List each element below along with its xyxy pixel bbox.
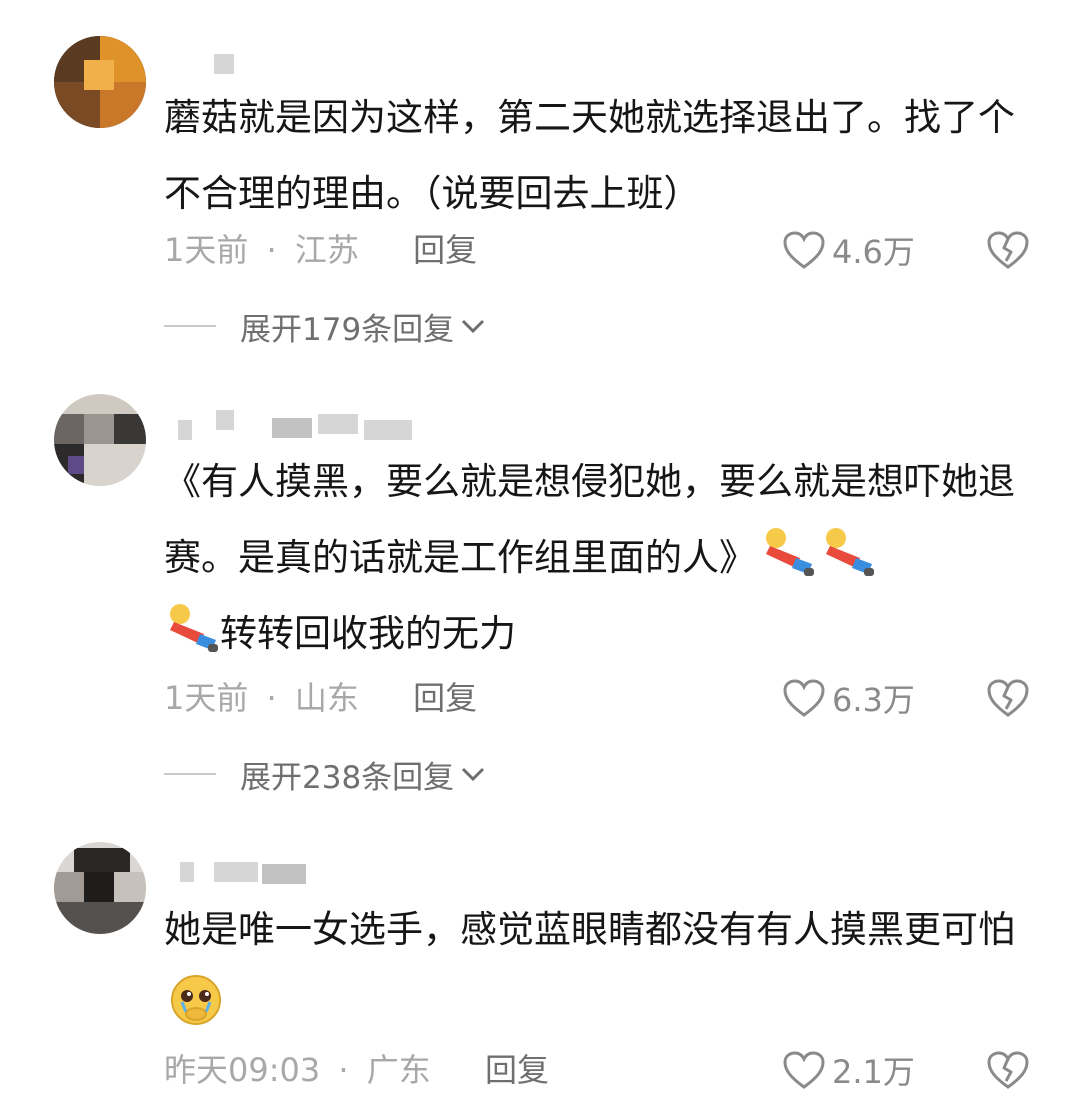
broken-heart-icon xyxy=(987,231,1029,269)
avatar[interactable] xyxy=(54,36,146,128)
like-count: 2.1万 xyxy=(832,1053,915,1091)
heart-outline-icon xyxy=(783,679,825,717)
heart-outline-icon xyxy=(783,1051,825,1089)
expand-label: 展开179条回复 xyxy=(240,311,455,348)
lying-down-figure-emoji xyxy=(766,528,814,576)
pleading-face-covering-mouth-emoji xyxy=(171,975,221,1025)
comment-text: 她是唯一女选手，感觉蓝眼睛都没有有人摸黑更可怕 xyxy=(164,892,1034,1044)
like-button[interactable]: 6.3万 xyxy=(782,676,915,720)
comment-time: 昨天09:03 xyxy=(164,1051,321,1089)
reply-button[interactable]: 回复 xyxy=(485,1051,549,1089)
lying-down-figure-emoji xyxy=(170,604,218,652)
meta-separator: · xyxy=(266,231,277,269)
comment-text-body: 《有人摸黑，要么就是想侵犯她，要么就是想吓她退赛。是真的话就是工作组里面的人》 xyxy=(164,460,1015,579)
meta-separator: · xyxy=(338,1051,349,1089)
dislike-button[interactable] xyxy=(986,1050,1030,1090)
chevron-down-icon xyxy=(462,767,485,782)
avatar[interactable] xyxy=(54,394,146,486)
broken-heart-icon xyxy=(987,679,1029,717)
dislike-button[interactable] xyxy=(986,678,1030,718)
divider xyxy=(164,325,216,327)
reply-button[interactable]: 回复 xyxy=(413,231,477,269)
comment-location: 江苏 xyxy=(294,231,359,269)
comment-text-tail: 转转回收我的无力 xyxy=(220,612,516,655)
divider xyxy=(164,773,216,775)
comment-text-body: 她是唯一女选手，感觉蓝眼睛都没有有人摸黑更可怕 xyxy=(164,908,1015,951)
comment-time: 1天前 xyxy=(164,679,249,717)
expand-replies[interactable]: 展开179条回复 xyxy=(164,306,486,348)
chevron-down-icon xyxy=(462,319,485,334)
expand-replies[interactable]: 展开238条回复 xyxy=(164,754,486,796)
heart-outline-icon xyxy=(783,231,825,269)
meta-separator: · xyxy=(266,679,277,717)
like-count: 4.6万 xyxy=(832,233,915,271)
like-count: 6.3万 xyxy=(832,681,915,719)
dislike-button[interactable] xyxy=(986,230,1030,270)
comment-location: 山东 xyxy=(294,679,359,717)
expand-label: 展开238条回复 xyxy=(240,759,455,796)
avatar[interactable] xyxy=(54,842,146,934)
comment-text: 《有人摸黑，要么就是想侵犯她，要么就是想吓她退赛。是真的话就是工作组里面的人》转… xyxy=(164,444,1034,672)
comment-time: 1天前 xyxy=(164,231,249,269)
comment-text: 蘑菇就是因为这样，第二天她就选择退出了。找了个不合理的理由。（说要回去上班） xyxy=(164,96,1015,215)
comment-meta: 1天前 · 江苏 回复 xyxy=(164,230,477,270)
reply-button[interactable]: 回复 xyxy=(413,679,477,717)
comment-location: 广东 xyxy=(366,1051,431,1089)
lying-down-figure-emoji xyxy=(826,528,874,576)
broken-heart-icon xyxy=(987,1051,1029,1089)
like-button[interactable]: 4.6万 xyxy=(782,228,915,272)
comment-meta: 1天前 · 山东 回复 xyxy=(164,678,477,718)
like-button[interactable]: 2.1万 xyxy=(782,1048,915,1092)
comment-meta: 昨天09:03 · 广东 回复 xyxy=(164,1050,549,1090)
